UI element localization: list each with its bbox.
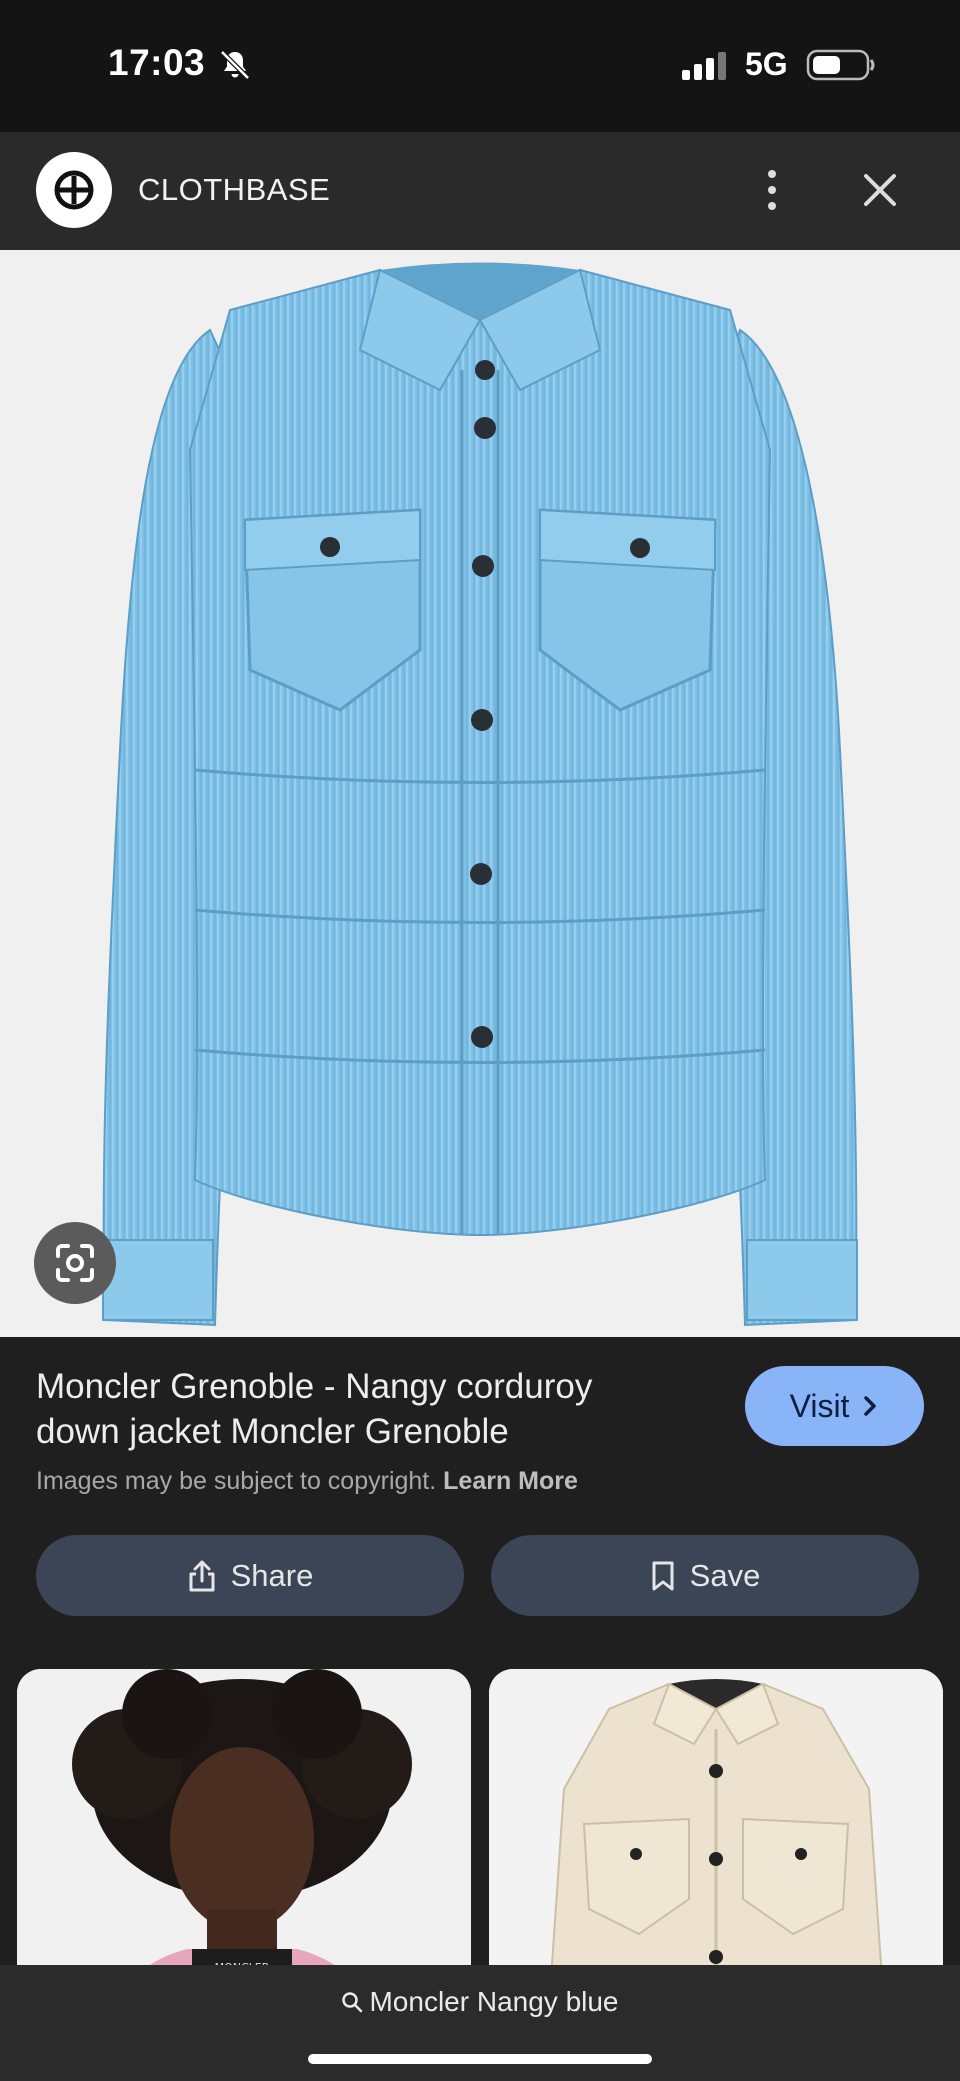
search-query-text: Moncler Nangy blue — [369, 1986, 619, 2017]
site-header: CLOTHBASE — [0, 132, 960, 250]
bookmark-icon — [652, 1561, 674, 1590]
copyright-text: Images may be subject to copyright. — [36, 1467, 437, 1495]
share-icon — [189, 1560, 215, 1591]
product-title[interactable]: Moncler Grenoble - Nangy corduroy down j… — [36, 1364, 676, 1454]
blue-corduroy-jacket-image — [102, 262, 858, 1327]
save-button[interactable]: Save — [491, 1535, 919, 1616]
network-type: 5G — [745, 46, 788, 82]
site-name: CLOTHBASE — [138, 172, 331, 207]
visit-label: Visit — [789, 1387, 850, 1424]
copyright-notice: Images may be subject to copyright. Lear… — [36, 1467, 578, 1496]
bell-muted-icon — [220, 50, 250, 80]
clothbase-logo-icon — [54, 170, 94, 210]
status-bar: 17:03 5G — [0, 0, 960, 132]
close-icon[interactable] — [856, 166, 904, 214]
battery-icon — [806, 49, 875, 81]
share-label: Share — [230, 1557, 314, 1593]
visit-button[interactable]: Visit — [745, 1366, 924, 1446]
site-logo — [36, 152, 112, 228]
save-label: Save — [689, 1557, 761, 1593]
search-icon — [342, 1992, 363, 2013]
camera-lens-icon — [56, 1244, 94, 1282]
share-button[interactable]: Share — [36, 1535, 464, 1616]
status-time: 17:03 — [108, 42, 206, 83]
search-query-chip[interactable]: Moncler Nangy blue — [0, 1986, 960, 2018]
signal-icon — [682, 52, 726, 80]
lens-search-button[interactable] — [34, 1222, 116, 1304]
learn-more-link[interactable]: Learn More — [443, 1467, 578, 1495]
more-options-icon[interactable] — [752, 162, 792, 218]
product-image[interactable] — [0, 250, 960, 1337]
home-indicator[interactable] — [308, 2054, 652, 2064]
chevron-right-icon — [864, 1396, 877, 1416]
